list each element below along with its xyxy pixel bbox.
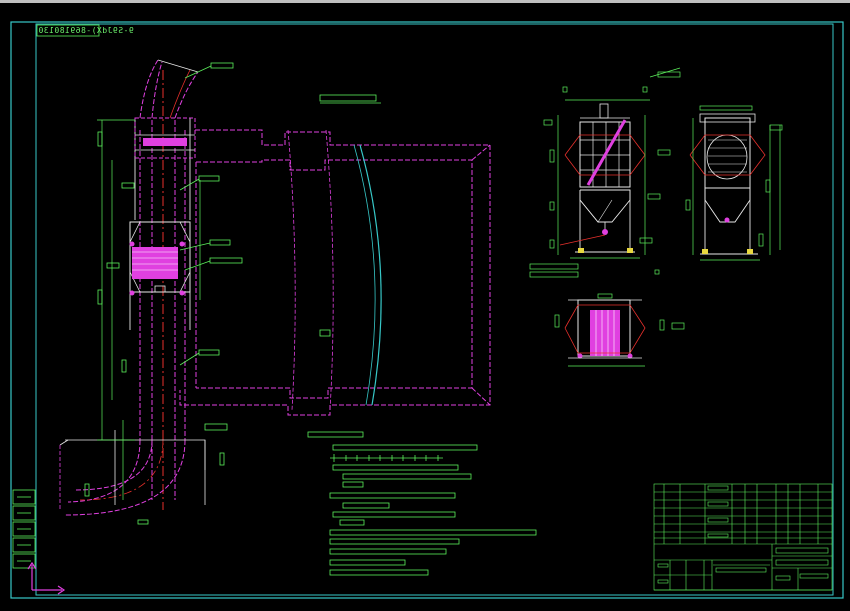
leader-labels-main	[84, 62, 381, 525]
table-grid-icon	[653, 483, 833, 591]
front-elevation-view	[529, 67, 681, 278]
window-top-bar	[0, 0, 850, 3]
plan-view	[554, 293, 685, 367]
main-duct-assembly	[59, 59, 491, 516]
drawing-number-stamp: 9-S9JdX)-869180130	[38, 26, 134, 35]
left-margin-boxes	[12, 489, 36, 569]
side-elevation-view	[685, 105, 783, 261]
cad-drawing[interactable]	[0, 0, 850, 607]
technical-notes	[307, 431, 537, 576]
cad-drawing-sheet[interactable]: 9-S9JdX)-869180130	[0, 0, 850, 607]
